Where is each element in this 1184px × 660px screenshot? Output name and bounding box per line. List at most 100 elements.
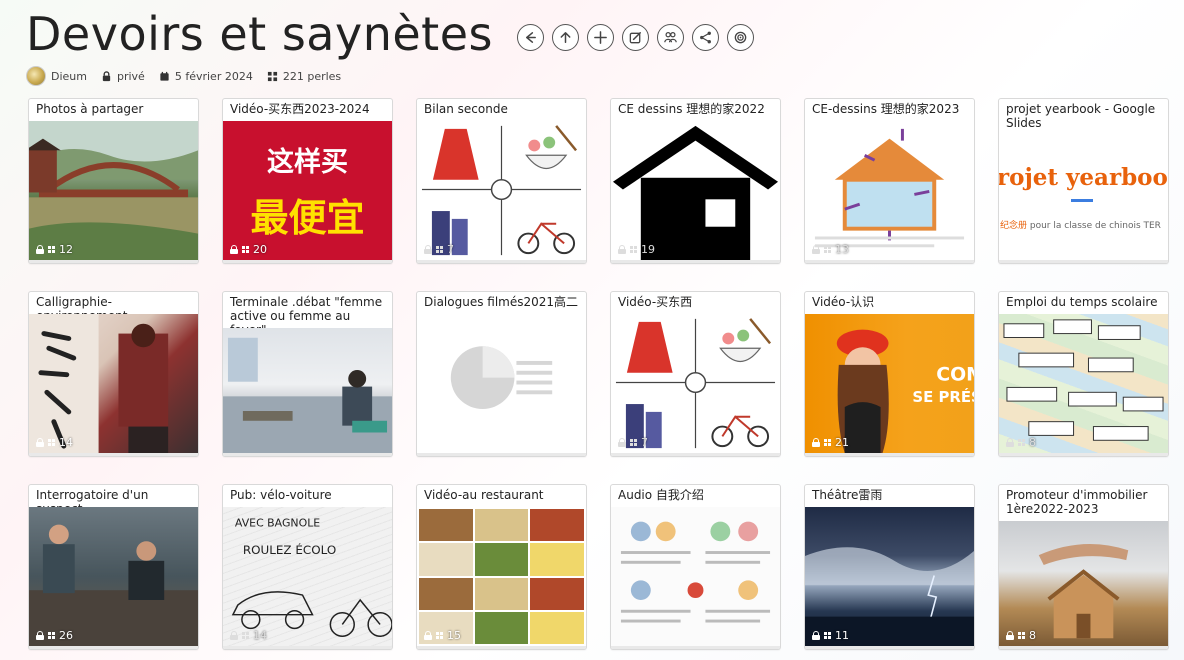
collection-card[interactable]: CE dessins 理想的家2022 19 [610,98,781,264]
thumbnail-image: 这样买 最便宜 [223,121,392,260]
lock-icon [618,245,626,254]
thumbnail-image: AVEC BAGNOLE ROULEZ ÉCOLO [223,507,392,646]
bridge-illustration [29,121,198,260]
grid-icon [48,246,55,253]
grid-icon [824,632,831,639]
collection-card[interactable]: Vidéo-认识 COMM SE PRÉS 21 [804,291,975,457]
lock-icon [812,438,820,447]
thumbnail-image [223,328,392,453]
card-title: Vidéo-au restaurant [424,488,544,502]
avatar[interactable] [26,66,46,86]
thumbnail-text: AVEC BAGNOLE [235,517,320,530]
share-icon [700,31,711,43]
collection-card[interactable]: Calligraphie-environnement 14 [28,291,199,457]
comic-sketch: AVEC BAGNOLE ROULEZ ÉCOLO [231,517,392,637]
lock-icon [1006,631,1014,640]
collection-card[interactable]: CE-dessins 理想的家2023 13 [804,98,975,264]
thumbnail-image [417,314,586,453]
storm-photo [805,547,974,646]
pearl-count-badge: 20 [230,243,267,256]
grid-icon [48,439,55,446]
lock-icon [618,438,626,447]
card-title: Pub: vélo-voiture [230,488,332,502]
card-title: Vidéo-认识 [812,295,875,309]
lock-icon [230,631,238,640]
house-icon [612,125,779,260]
grid-icon [630,439,637,446]
collection-card[interactable]: Vidéo-买东西 7 [610,291,781,457]
target-icon [734,31,747,43]
card-title: Audio 自我介绍 [618,488,704,502]
card-title: Photos à partager [36,102,144,116]
grid-icon [436,632,443,639]
thumbnail-image [417,121,586,260]
classroom-photo [223,337,392,453]
thumbnail-image [611,507,780,646]
thumbnail-subtext: 纪念册 pour la classe de chinois TER [1000,221,1161,231]
lock-icon [812,245,820,254]
author[interactable]: Dieum [26,66,87,86]
pearl-count-badge: 15 [424,629,461,642]
pearl-count-badge: 8 [1006,629,1036,642]
privacy-label: privé [116,69,145,83]
pearl-count-badge: 8 [1006,436,1036,449]
back-button[interactable] [516,23,544,51]
collection-card[interactable]: Théâtre雷雨 11 [804,484,975,650]
shopping-illustration [421,125,582,256]
interrogation-photo [29,524,198,646]
worksheet-illustration [620,521,771,623]
word-cloud-illustration [1003,319,1164,441]
collection-card[interactable]: Photos à partager 12 [28,98,199,264]
edit-icon [629,31,641,43]
grid-icon [824,246,831,253]
people-icon [664,31,677,42]
grid-icon [824,439,831,446]
collection-header: Devoirs et saynètes Dieum privé 5 févrie… [26,6,1166,94]
calendar-icon [160,71,169,81]
share-button[interactable] [691,23,719,51]
grid-icon [242,246,249,253]
pearl-count-label: 221 perles [282,69,342,83]
lock-icon [36,631,44,640]
lock-icon [812,631,820,640]
card-title: Vidéo-买东西2023-2024 [230,102,370,116]
collaborators-button[interactable] [656,23,684,51]
thumbnail-image [999,521,1168,646]
lock-icon [424,631,432,640]
card-title: Vidéo-买东西 [618,295,693,309]
collection-card[interactable]: Audio 自我介绍 [610,484,781,650]
collection-card[interactable]: Dialogues filmés2021高二 [416,291,587,457]
shopping-illustration [615,318,776,449]
lock-icon [36,245,44,254]
thumbnail-image [417,507,586,646]
collection-card[interactable]: Emploi du temps scolaire 8 [998,291,1169,457]
pearl-count-badge: 11 [812,629,849,642]
author-name[interactable]: Dieum [51,70,87,83]
card-title: projet yearbook - Google Slides [1006,102,1156,130]
grid-icon [48,632,55,639]
target-button[interactable] [726,23,754,51]
grid-icon [436,246,443,253]
collection-card[interactable]: Vidéo-买东西2023-2024 这样买 最便宜 20 [222,98,393,264]
card-title: Emploi du temps scolaire [1006,295,1158,309]
grid-icon [630,246,637,253]
pearl-count-badge: 14 [36,436,73,449]
edit-button[interactable] [621,23,649,51]
collection-meta: Dieum privé 5 février 2024 221 perles [26,66,1166,86]
card-title: Terminale .débat "femme active ou femme … [230,295,383,328]
collection-card[interactable]: Interrogatoire d'un suspect 26 [28,484,199,650]
collection-card[interactable]: Vidéo-au restaurant 15 [416,484,587,650]
collection-card[interactable]: Bilan seconde 7 [416,98,587,264]
lock-icon [102,70,111,81]
collection-card[interactable]: Pub: vélo-voiture AVEC BAGNOLE ROULEZ ÉC… [222,484,393,650]
add-button[interactable] [586,23,614,51]
collection-card[interactable]: Terminale .débat "femme active ou femme … [222,291,393,457]
pearl-count-badge: 26 [36,629,73,642]
thumbnail-image [29,314,198,453]
collection-card[interactable]: Promoteur d'immobilier 1ère2022-2023 8 [998,484,1169,650]
collection-card[interactable]: projet yearbook - Google Slides rojet ye… [998,98,1169,264]
placeholder-image-icon [450,346,553,409]
house-diagram [814,128,965,248]
upload-button[interactable] [551,23,579,51]
presenter-photo: COMM SE PRÉS [836,329,974,453]
